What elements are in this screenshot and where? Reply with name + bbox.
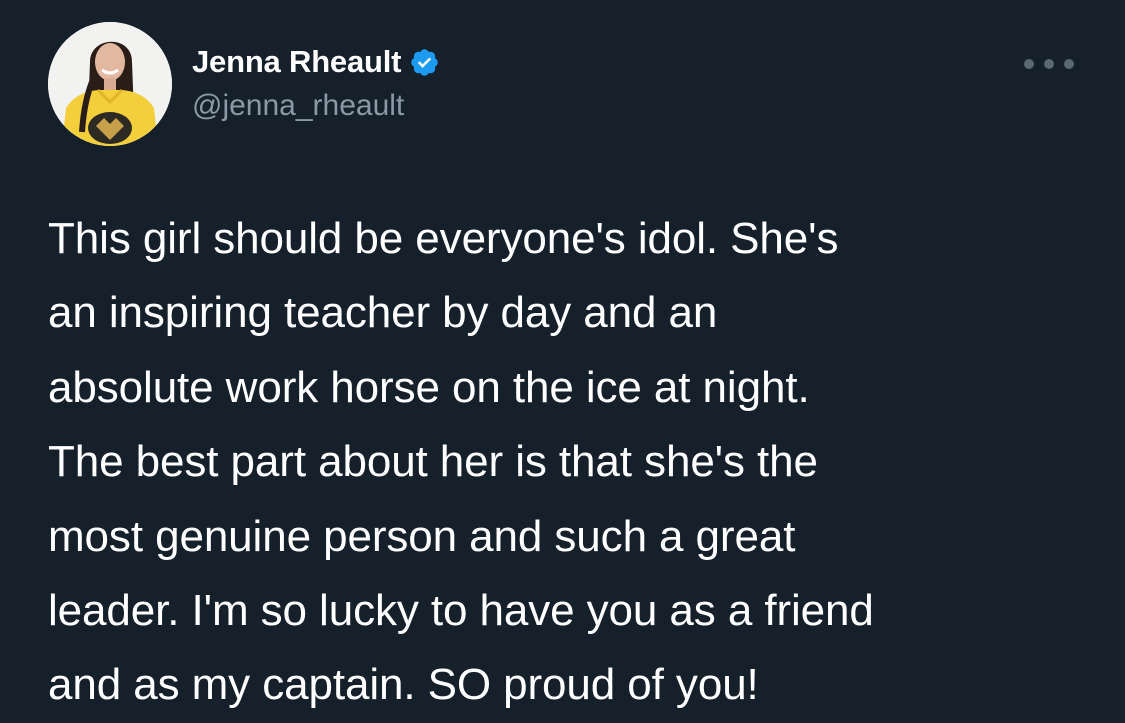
tweet-text-line: absolute work horse on the ice at night.	[48, 362, 810, 412]
more-horizontal-icon	[1064, 59, 1074, 69]
tweet-text-line: leader. I'm so lucky to have you as a fr…	[48, 586, 874, 636]
tweet-text: This girl should be everyone's idol. She…	[48, 202, 1108, 723]
more-horizontal-icon	[1024, 59, 1034, 69]
more-options-button[interactable]	[1024, 50, 1074, 78]
tweet-card: Jenna Rheault @jenna_rheault This girl s…	[0, 0, 1125, 721]
tweet-text-line: and as my captain. SO proud of you!	[48, 660, 759, 710]
author-avatar[interactable]	[48, 22, 172, 146]
author-display-name[interactable]: Jenna Rheault	[192, 40, 401, 84]
tweet-text-line: This girl should be everyone's idol. She…	[48, 214, 839, 263]
author-name-row: Jenna Rheault	[192, 40, 440, 84]
tweet-text-line: most genuine person and such a great	[48, 511, 796, 561]
profile-photo-image	[48, 22, 172, 146]
tweet-text-line: an inspiring teacher by day and an	[48, 288, 718, 338]
tweet-text-line: The best part about her is that she's th…	[48, 437, 818, 487]
verified-badge-icon	[409, 47, 440, 78]
more-horizontal-icon	[1044, 59, 1054, 69]
author-handle[interactable]: @jenna_rheault	[192, 86, 404, 126]
